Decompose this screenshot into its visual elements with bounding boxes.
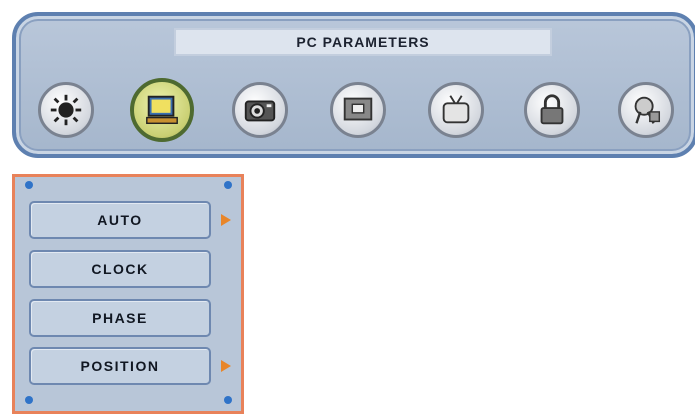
top-menu-panel: PC PARAMETERS <box>12 12 695 158</box>
phase-button[interactable]: PHASE <box>29 299 211 337</box>
menu-icon-camera[interactable] <box>232 82 288 138</box>
tv-icon <box>442 95 470 124</box>
menu-icon-lock[interactable] <box>524 82 580 138</box>
position-button[interactable]: POSITION <box>29 347 211 385</box>
corner-dot <box>25 181 33 189</box>
menu-item-label: PHASE <box>92 310 148 326</box>
settings-icon <box>634 96 661 124</box>
menu-icon-settings[interactable] <box>618 82 674 138</box>
menu-item-label: AUTO <box>97 212 143 228</box>
auto-button[interactable]: AUTO <box>29 201 211 239</box>
lock-icon <box>540 94 564 125</box>
corner-dot <box>224 396 232 404</box>
camera-icon <box>244 100 276 122</box>
menu-icon-screen[interactable] <box>330 82 386 138</box>
submenu-panel: AUTO CLOCK PHASE POSITION <box>12 174 244 414</box>
menu-icon-brightness[interactable] <box>38 82 94 138</box>
menu-icon-tv[interactable] <box>428 82 484 138</box>
corner-dot <box>25 396 33 404</box>
title-bar: PC PARAMETERS <box>174 28 552 56</box>
menu-icon-pc[interactable] <box>130 78 194 142</box>
screen-frame-icon <box>343 97 373 121</box>
submenu-arrow-icon <box>221 360 231 372</box>
clock-button[interactable]: CLOCK <box>29 250 211 288</box>
menu-item-label: CLOCK <box>91 261 149 277</box>
menu-item-label: POSITION <box>80 358 160 374</box>
page-title: PC PARAMETERS <box>296 34 430 50</box>
pc-monitor-icon <box>146 95 178 125</box>
submenu-arrow-icon <box>221 214 231 226</box>
corner-dot <box>224 181 232 189</box>
brightness-icon <box>50 94 82 126</box>
